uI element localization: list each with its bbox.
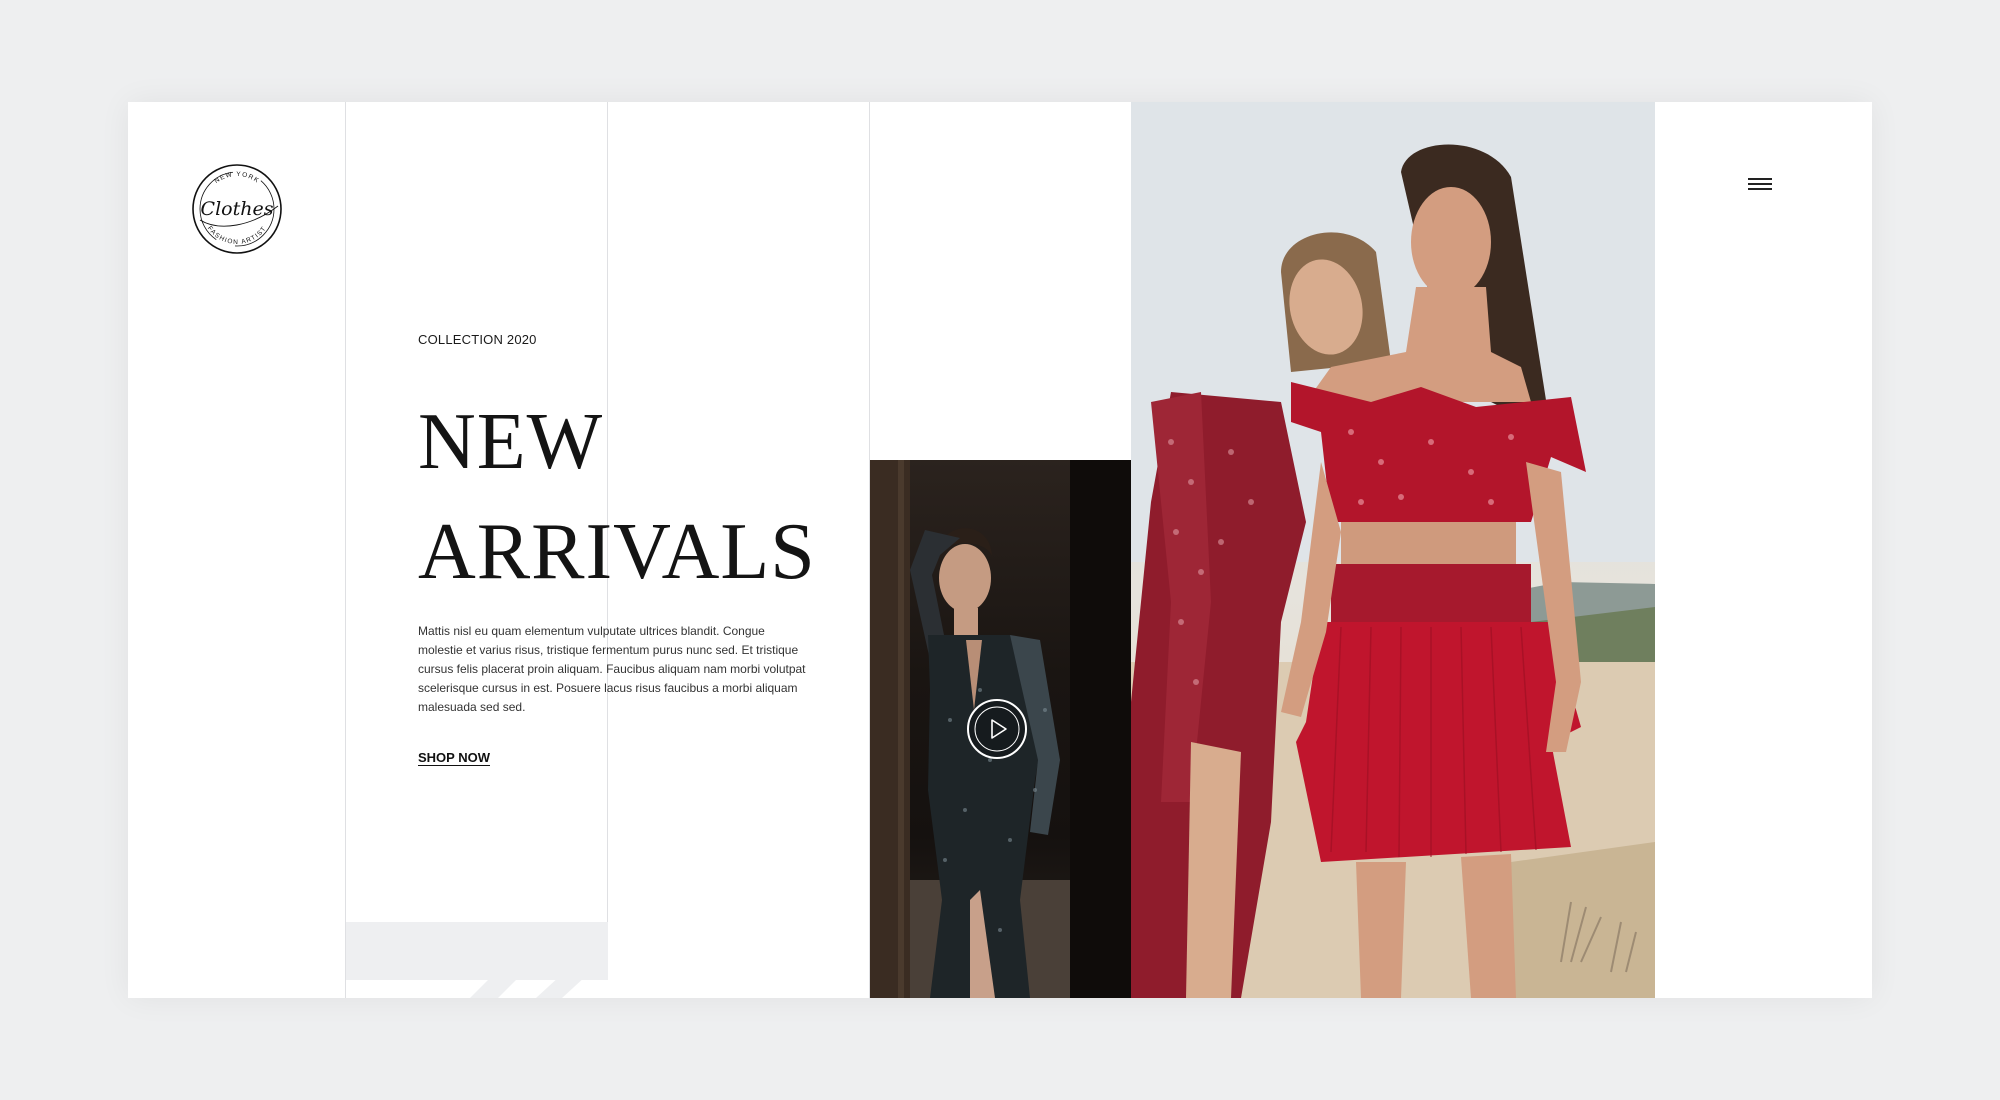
svg-text:FASHION ARTIST: FASHION ARTIST bbox=[206, 225, 268, 246]
menu-button[interactable] bbox=[1748, 178, 1772, 194]
logo-top-text: NEW YORK bbox=[213, 171, 259, 185]
headline-line-2: ARRIVALS bbox=[418, 508, 816, 596]
brand-logo[interactable]: NEW YORK FASHION ARTIST Clothes bbox=[190, 162, 284, 256]
svg-text:NEW YORK: NEW YORK bbox=[213, 171, 260, 185]
grid-line bbox=[345, 102, 346, 998]
logo-bottom-text: FASHION ARTIST bbox=[206, 225, 267, 246]
logo-script-text: Clothes bbox=[201, 198, 274, 220]
headline-line-1: NEW bbox=[418, 398, 604, 486]
video-thumbnail[interactable] bbox=[870, 460, 1131, 998]
hamburger-menu-icon bbox=[1748, 178, 1772, 190]
hero-image bbox=[1131, 102, 1655, 998]
page-title: NEW ARRIVALS bbox=[418, 387, 816, 607]
page-card: NEW YORK FASHION ARTIST Clothes COLLECTI… bbox=[128, 102, 1872, 998]
hero-description: Mattis nisl eu quam elementum vulputate … bbox=[418, 624, 806, 714]
decorative-block bbox=[346, 922, 608, 998]
collection-label: COLLECTION 2020 bbox=[418, 332, 537, 347]
play-video-button[interactable] bbox=[966, 698, 1028, 760]
shop-now-link[interactable]: SHOP NOW bbox=[418, 750, 490, 765]
play-icon bbox=[967, 699, 1027, 759]
